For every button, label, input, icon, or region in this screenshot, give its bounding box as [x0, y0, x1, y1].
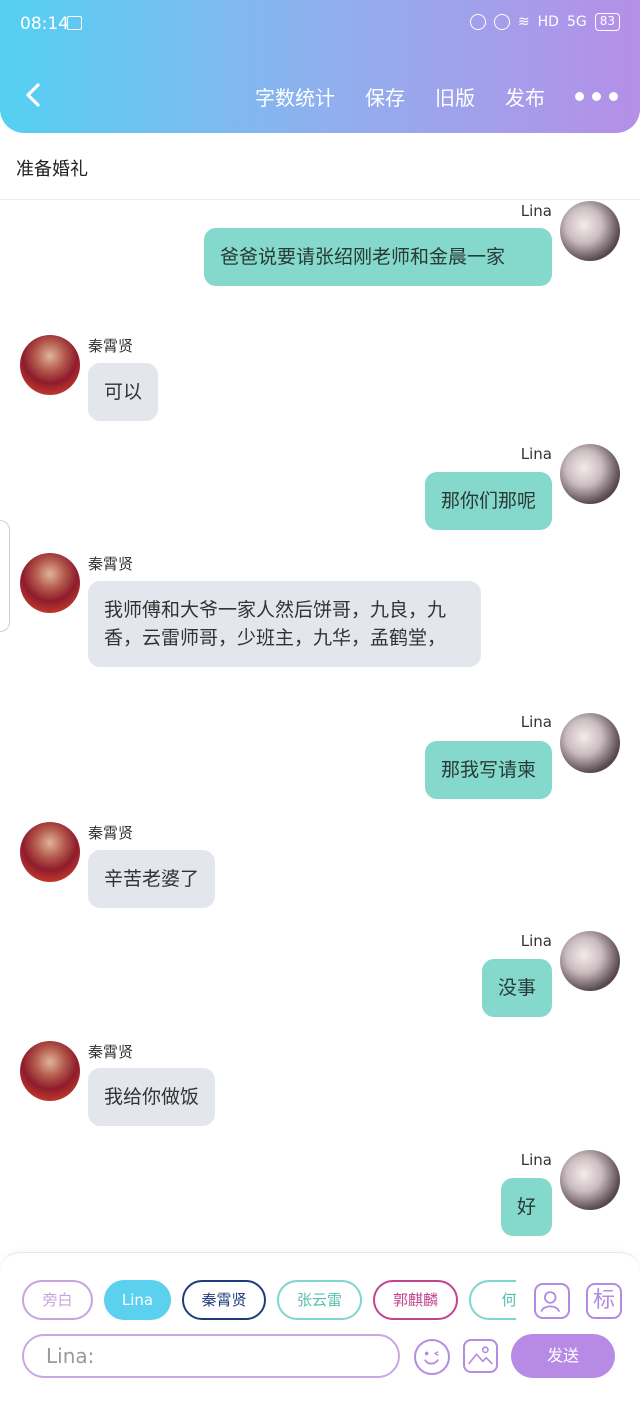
wifi-icon: ≋	[517, 14, 530, 30]
message-bubble[interactable]: 那我写请柬	[424, 741, 552, 799]
role-chip-lina[interactable]: Lina	[104, 1280, 171, 1320]
role-chip-zhang[interactable]: 张云雷	[277, 1280, 362, 1320]
message-bubble[interactable]: 爸爸说要请张绍刚老师和金晨一家	[204, 228, 552, 286]
message-bubble[interactable]: 辛苦老婆了	[88, 850, 216, 908]
avatar-lina[interactable]	[560, 931, 620, 991]
side-drawer-handle[interactable]	[0, 520, 10, 632]
avatar-lina[interactable]	[560, 201, 620, 261]
publish-button[interactable]: 发布	[505, 82, 545, 111]
sender-name: 秦霄贤	[88, 824, 134, 842]
role-chip-narrator[interactable]: 旁白	[22, 1280, 93, 1320]
role-chip-guo[interactable]: 郭麒麟	[373, 1280, 458, 1320]
message-input[interactable]: Lina:	[22, 1334, 400, 1378]
app-header: 08:14 ≋ HD 5G 83 字数统计 保存 旧版 发布	[0, 0, 640, 133]
story-title: 准备婚礼	[16, 159, 88, 180]
message-bubble[interactable]: 那你们那呢	[424, 472, 552, 530]
status-time: 08:14	[20, 14, 69, 34]
avatar-qin[interactable]	[20, 1041, 80, 1101]
role-chip-list[interactable]: 旁白 Lina 秦霄贤 张云雷 郭麒麟何	[22, 1280, 516, 1322]
sender-name: 秦霄贤	[88, 555, 134, 573]
avatar-lina[interactable]	[560, 444, 620, 504]
story-title-row[interactable]: 准备婚礼	[0, 133, 640, 200]
send-button[interactable]: 发送	[511, 1334, 615, 1378]
message-bubble[interactable]: 我给你做饭	[88, 1068, 216, 1126]
message-bubble[interactable]: 没事	[481, 959, 552, 1017]
sender-name: Lina	[520, 1151, 552, 1169]
sender-name: Lina	[520, 713, 552, 731]
more-icon[interactable]	[575, 91, 618, 101]
composer-panel: 旁白 Lina 秦霄贤 张云雷 郭麒麟何 标 Lina: 发送	[0, 1252, 640, 1422]
status-bar: 08:14 ≋ HD 5G 83	[0, 0, 640, 50]
sender-name: Lina	[520, 445, 552, 463]
toolbar: 字数统计 保存 旧版 发布	[255, 80, 640, 112]
signal-label: 5G	[566, 14, 587, 30]
image-icon[interactable]	[463, 1339, 498, 1373]
avatar-lina[interactable]	[560, 1150, 620, 1210]
role-chip-he[interactable]: 何	[469, 1280, 516, 1320]
tag-icon[interactable]: 标	[586, 1283, 622, 1319]
sender-name: Lina	[520, 932, 552, 950]
sender-name: 秦霄贤	[88, 1043, 134, 1061]
message-bubble[interactable]: 可以	[88, 363, 159, 421]
word-count-button[interactable]: 字数统计	[255, 82, 335, 111]
network-label: HD	[537, 14, 559, 30]
sender-name: Lina	[520, 202, 552, 220]
status-icons: ≋ HD 5G 83	[469, 13, 620, 31]
mute-icon	[493, 14, 510, 30]
role-chip-qin[interactable]: 秦霄贤	[182, 1280, 266, 1320]
back-icon[interactable]	[22, 82, 44, 108]
contact-icon[interactable]	[534, 1283, 570, 1319]
message-bubble[interactable]: 好	[500, 1178, 552, 1236]
avatar-qin[interactable]	[20, 822, 80, 882]
save-button[interactable]: 保存	[365, 82, 405, 111]
battery-icon: 83	[594, 13, 620, 31]
emoji-icon[interactable]	[414, 1339, 450, 1375]
avatar-lina[interactable]	[560, 713, 620, 773]
message-bubble[interactable]: 我师傅和大爷一家人然后饼哥，九良，九香，云雷师哥，少班主，九华，孟鹤堂，	[88, 581, 481, 667]
avatar-qin[interactable]	[20, 553, 80, 613]
gallery-icon	[67, 16, 82, 30]
alarm-icon	[469, 14, 486, 30]
old-version-button[interactable]: 旧版	[435, 82, 475, 111]
sender-name: 秦霄贤	[88, 337, 134, 355]
avatar-qin[interactable]	[20, 335, 80, 395]
